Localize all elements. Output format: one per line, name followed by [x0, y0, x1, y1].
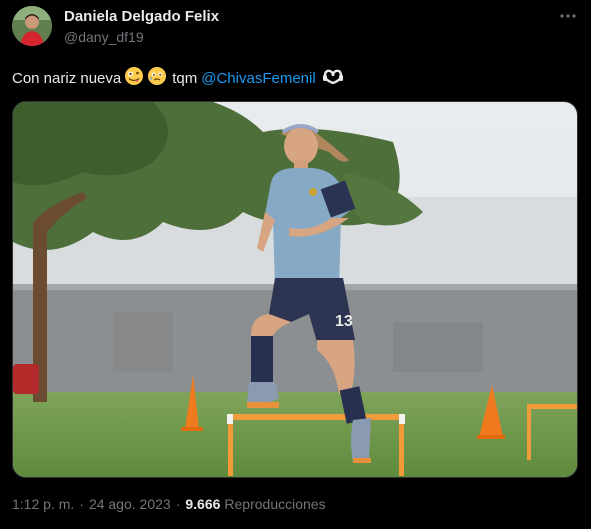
user-handle[interactable]: @dany_df19 [64, 29, 144, 45]
profile-photo-icon [12, 6, 52, 46]
holding-back-tears-emoji-icon [147, 66, 167, 90]
avatar[interactable] [12, 6, 52, 46]
tweet-media[interactable]: 13 [12, 101, 578, 478]
zany-face-emoji-icon [124, 66, 144, 90]
more-dots-icon [560, 14, 576, 18]
tweet-meta: 1:12 p. m. · 24 ago. 2023 · 9.666 Reprod… [12, 496, 326, 512]
photo-player-jumping-hurdles-icon: 13 [13, 102, 577, 477]
tweet-date[interactable]: 24 ago. 2023 [89, 496, 171, 512]
meta-separator: · [79, 496, 84, 512]
tweet-body: Con nariz nueva [12, 69, 122, 87]
heart-hands-emoji-icon [322, 67, 344, 89]
tweet-time[interactable]: 1:12 p. m. [12, 496, 74, 512]
jersey-number: 13 [335, 313, 353, 330]
meta-separator-2: · [175, 496, 181, 512]
mention-link[interactable]: @ChivasFemenil [201, 70, 315, 87]
views-label[interactable]: Reproducciones [224, 496, 325, 512]
views-count[interactable]: 9.666 [185, 496, 220, 512]
more-options-button[interactable] [556, 6, 580, 26]
display-name[interactable]: Daniela Delgado Felix [64, 8, 219, 25]
tweet-text: Con nariz nueva tqm @ChivasFemenil [12, 66, 344, 90]
tweet-middle-text: tqm [172, 69, 198, 87]
